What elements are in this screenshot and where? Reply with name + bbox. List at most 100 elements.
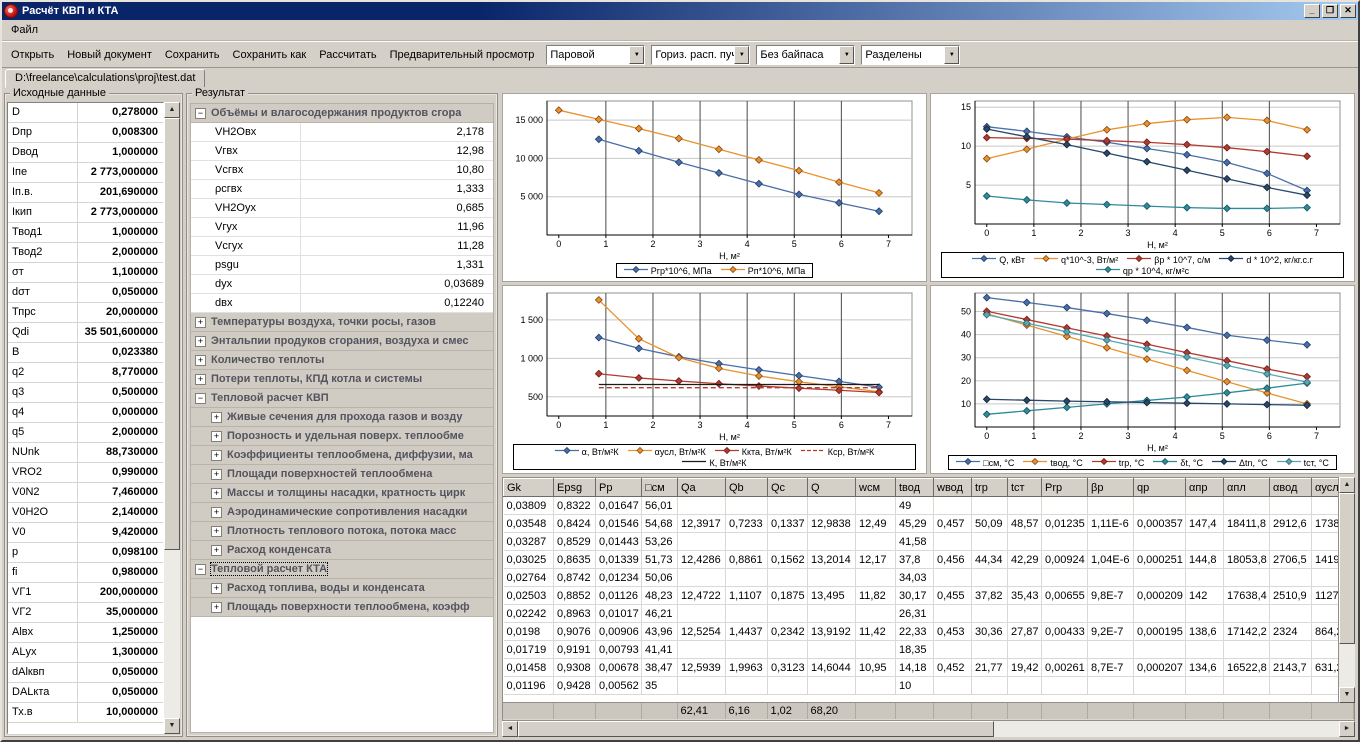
param-value[interactable]: 0,050000	[78, 683, 163, 702]
column-header[interactable]: Qb	[725, 478, 768, 497]
scroll-thumb[interactable]	[1339, 493, 1355, 645]
param-value[interactable]: 200,000000	[78, 583, 163, 602]
param-value[interactable]: 1,300000	[78, 643, 163, 662]
param-value[interactable]: 10,000000	[78, 703, 163, 722]
param-value[interactable]: 1,100000	[78, 263, 163, 282]
param-value[interactable]: 0,050000	[78, 663, 163, 682]
chevron-down-icon[interactable]: ▼	[839, 45, 855, 64]
tree-group-row[interactable]: + Температуры воздуха, точки росы, газов	[191, 313, 493, 332]
boiler-type-combo[interactable]: Паровой ▼	[546, 44, 646, 65]
param-value[interactable]: 1,000000	[78, 143, 163, 162]
param-value[interactable]: 0,990000	[78, 463, 163, 482]
param-value[interactable]: 9,420000	[78, 523, 163, 542]
expand-icon[interactable]: +	[211, 506, 222, 518]
scroll-thumb[interactable]	[164, 118, 180, 550]
column-header[interactable]: βр	[1087, 478, 1134, 497]
column-header[interactable]: αусл	[1311, 478, 1338, 497]
expand-icon[interactable]: +	[211, 582, 222, 594]
tree-group-row[interactable]: + Расход конденсата	[191, 541, 493, 560]
expand-icon[interactable]: +	[195, 373, 206, 385]
column-header[interactable]: qр	[1133, 478, 1186, 497]
column-header[interactable]: Prp	[1041, 478, 1088, 497]
param-value[interactable]: 0,980000	[78, 563, 163, 582]
tree-group-row[interactable]: + Коэффициенты теплообмена, диффузии, ма	[191, 446, 493, 465]
bypass-combo[interactable]: Без байпаса ▼	[756, 44, 856, 65]
expand-icon[interactable]: +	[211, 449, 222, 461]
column-header[interactable]: αпр	[1185, 478, 1224, 497]
tree-group-row[interactable]: + Порозность и удельная поверх. теплообме	[191, 427, 493, 446]
close-button[interactable]: ✕	[1340, 4, 1356, 18]
expand-icon[interactable]: +	[211, 487, 222, 499]
tree-group-row[interactable]: + Плотность теплового потока, потока масс	[191, 522, 493, 541]
chevron-down-icon[interactable]: ▼	[734, 45, 750, 64]
column-header[interactable]: tст	[1007, 478, 1042, 497]
param-value[interactable]: 8,770000	[78, 363, 163, 382]
param-value[interactable]: 2 773,000000	[78, 203, 163, 222]
column-header[interactable]: Gk	[503, 478, 554, 497]
collapse-icon[interactable]: −	[195, 563, 206, 575]
tree-group-row[interactable]: + Количество теплоты	[191, 351, 493, 370]
new-document-button[interactable]: Новый документ	[61, 45, 158, 65]
save-as-button[interactable]: Сохранить как	[227, 45, 313, 65]
param-value[interactable]: 1,000000	[78, 223, 163, 242]
scroll-up-icon[interactable]: ▲	[164, 102, 180, 118]
split-mode-combo[interactable]: Разделены ▼	[861, 44, 961, 65]
column-header[interactable]: Qa	[677, 478, 726, 497]
param-value[interactable]: 0,000000	[78, 403, 163, 422]
open-button[interactable]: Открыть	[5, 45, 60, 65]
tree-group-row[interactable]: + Живые сечения для прохода газов и возду	[191, 408, 493, 427]
tree-group-row[interactable]: + Площадь поверхности теплообмена, коэфф	[191, 598, 493, 617]
bundle-layout-combo[interactable]: Гориз. расп. пуч ▼	[651, 44, 751, 65]
preview-button[interactable]: Предварительный просмотр	[384, 45, 541, 65]
column-header[interactable]: tвод	[895, 478, 934, 497]
column-header[interactable]: Qc	[767, 478, 808, 497]
scroll-up-icon[interactable]: ▲	[1339, 477, 1355, 493]
scroll-left-icon[interactable]: ◄	[502, 721, 518, 737]
column-header[interactable]: αпл	[1223, 478, 1270, 497]
param-value[interactable]: 7,460000	[78, 483, 163, 502]
param-value[interactable]: 2,140000	[78, 503, 163, 522]
param-value[interactable]: 35 501,600000	[78, 323, 163, 342]
expand-icon[interactable]: +	[211, 411, 222, 423]
param-value[interactable]: 0,278000	[78, 103, 163, 122]
param-value[interactable]: 0,008300	[78, 123, 163, 142]
document-tab[interactable]: D:\freelance\calculations\proj\test.dat	[5, 69, 206, 88]
column-header[interactable]: wвод	[933, 478, 972, 497]
table-vscrollbar[interactable]: ▲ ▼	[1339, 477, 1355, 703]
tree-group-row[interactable]: − Тепловой расчет КТА	[191, 560, 493, 579]
tree-group-row[interactable]: + Расход топлива, воды и конденсата	[191, 579, 493, 598]
param-value[interactable]: 88,730000	[78, 443, 163, 462]
expand-icon[interactable]: +	[211, 525, 222, 537]
tree-group-row[interactable]: − Объёмы и влагосодержания продуктов сгор…	[191, 104, 493, 123]
column-header[interactable]: trp	[971, 478, 1008, 497]
param-value[interactable]: 2,000000	[78, 423, 163, 442]
expand-icon[interactable]: +	[211, 430, 222, 442]
column-header[interactable]: □см	[641, 478, 678, 497]
inputs-scrollbar[interactable]: ▲ ▼	[164, 102, 180, 734]
menu-file[interactable]: Файл	[4, 21, 45, 39]
calculate-button[interactable]: Рассчитать	[313, 45, 382, 65]
tree-group-row[interactable]: + Массы и толщины насадки, кратность цирк	[191, 484, 493, 503]
param-value[interactable]: 0,098100	[78, 543, 163, 562]
chevron-down-icon[interactable]: ▼	[944, 45, 960, 64]
column-header[interactable]: αвод	[1269, 478, 1312, 497]
chevron-down-icon[interactable]: ▼	[629, 45, 645, 64]
collapse-icon[interactable]: −	[195, 107, 206, 119]
column-header[interactable]: wсм	[855, 478, 896, 497]
param-value[interactable]: 0,050000	[78, 283, 163, 302]
collapse-icon[interactable]: −	[195, 392, 206, 404]
tree-group-row[interactable]: + Аэродинамические сопротивления насадки	[191, 503, 493, 522]
save-button[interactable]: Сохранить	[159, 45, 226, 65]
expand-icon[interactable]: +	[195, 354, 206, 366]
param-value[interactable]: 2,000000	[78, 243, 163, 262]
column-header[interactable]: Q	[807, 478, 856, 497]
column-header[interactable]: Pp	[595, 478, 642, 497]
expand-icon[interactable]: +	[211, 468, 222, 480]
scroll-right-icon[interactable]: ►	[1339, 721, 1355, 737]
tree-group-row[interactable]: − Тепловой расчет КВП	[191, 389, 493, 408]
expand-icon[interactable]: +	[195, 316, 206, 328]
expand-icon[interactable]: +	[211, 544, 222, 556]
param-value[interactable]: 0,023380	[78, 343, 163, 362]
tree-group-row[interactable]: + Потери теплоты, КПД котла и системы	[191, 370, 493, 389]
minimize-button[interactable]: _	[1304, 4, 1320, 18]
